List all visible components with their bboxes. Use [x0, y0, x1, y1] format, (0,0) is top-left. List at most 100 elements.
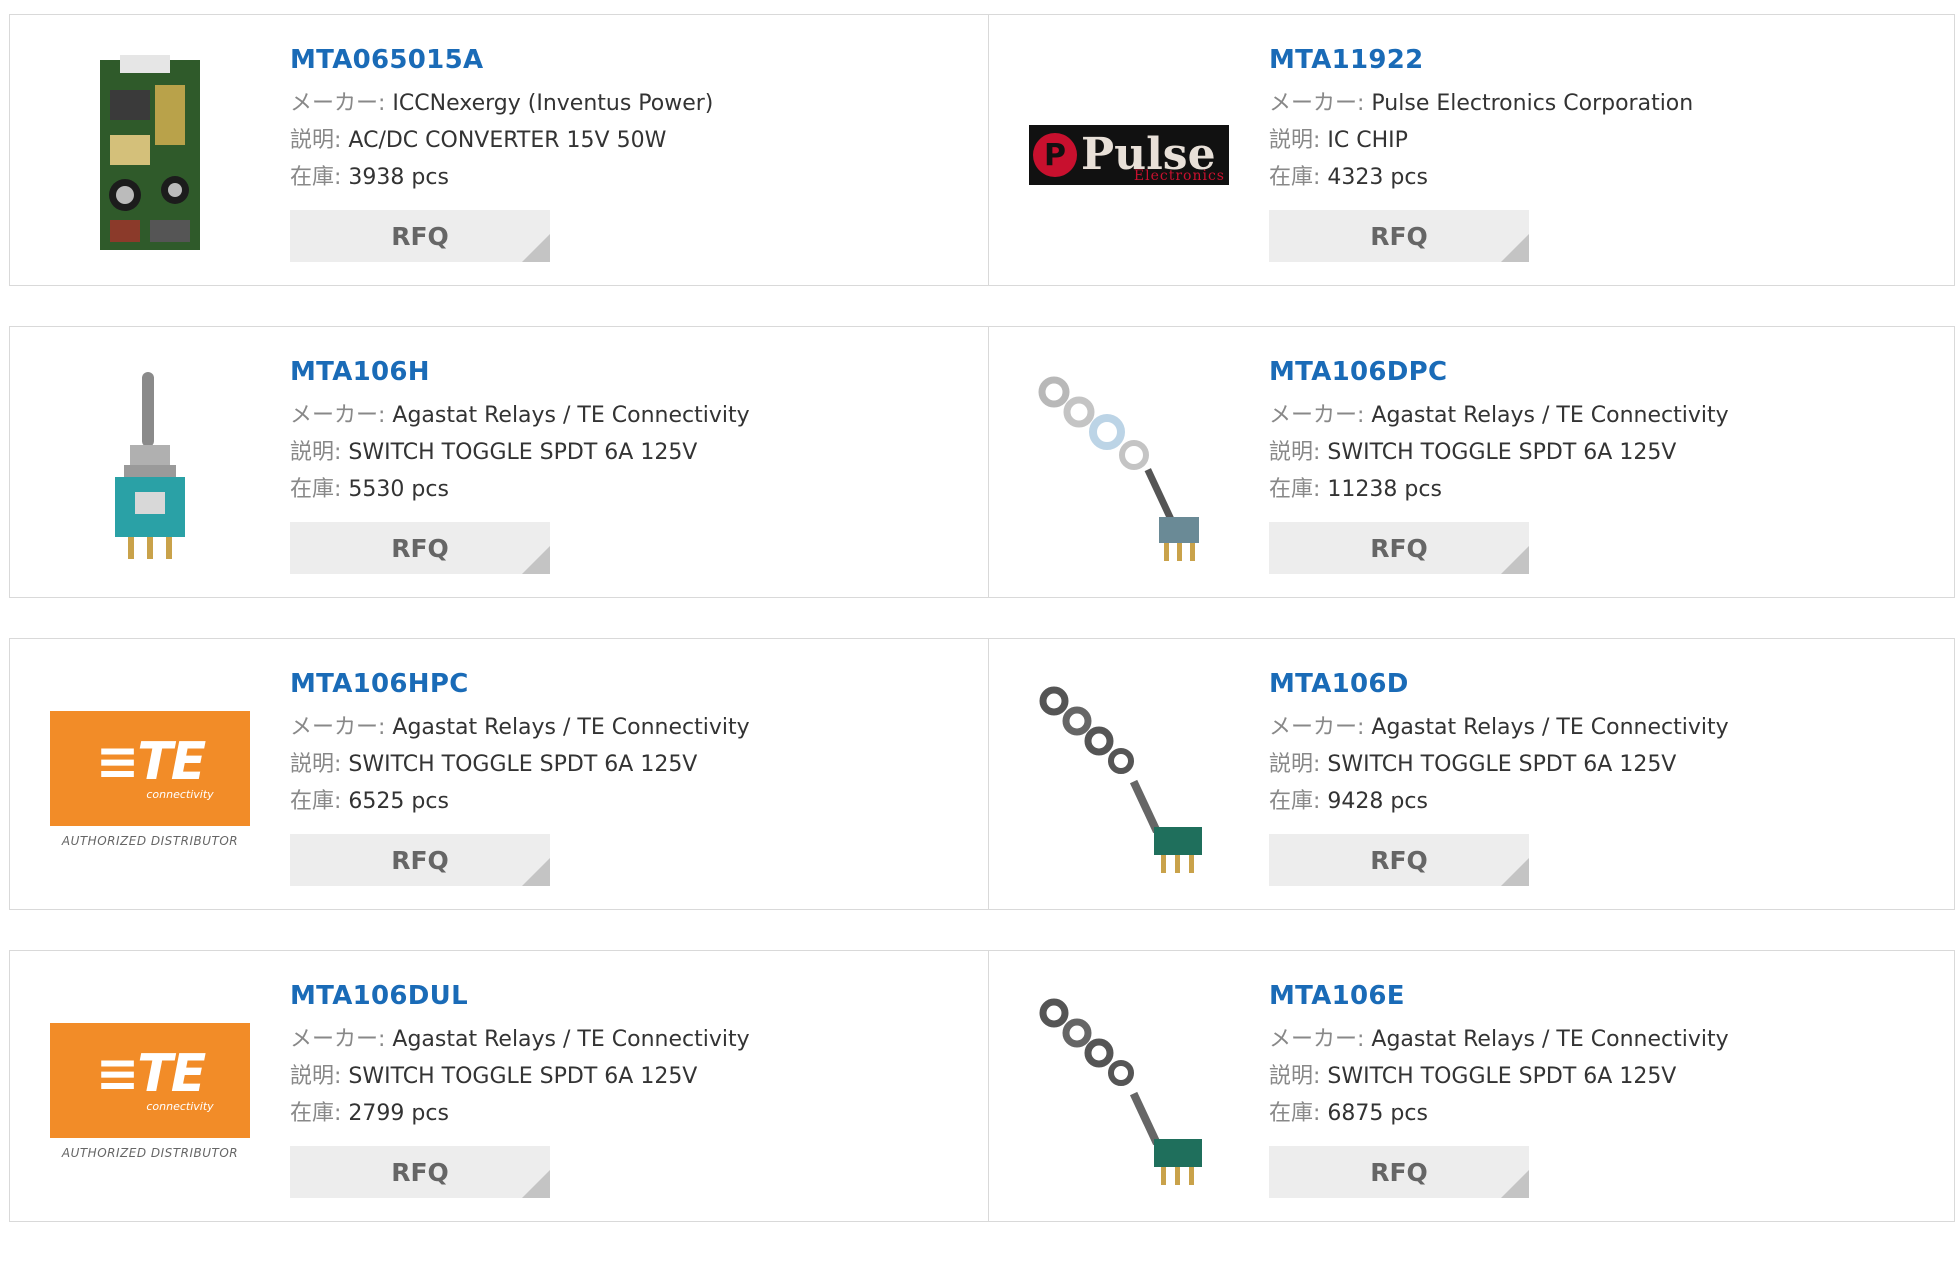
product-card: MTA106E メーカー: Agastat Relays / TE Connec… — [988, 951, 1954, 1221]
product-image-power-board[interactable] — [50, 55, 250, 255]
authorized-distributor-label: AUTHORIZED DISTRIBUTOR — [61, 833, 239, 848]
stock-value: 2799 pcs — [348, 1101, 449, 1126]
product-card: ≡TE connectivity AUTHORIZED DISTRIBUTOR … — [10, 639, 988, 909]
product-image-te-logo[interactable]: ≡TE connectivity AUTHORIZED DISTRIBUTOR — [50, 991, 250, 1191]
product-image-te-logo[interactable]: ≡TE connectivity AUTHORIZED DISTRIBUTOR — [50, 679, 250, 879]
stock-line: 在庫: 9428 pcs — [1269, 783, 1729, 820]
description-value: SWITCH TOGGLE SPDT 6A 125V — [1327, 1064, 1677, 1089]
description-value: AC/DC CONVERTER 15V 50W — [348, 128, 667, 153]
product-image-toggle-switch-kit[interactable] — [1029, 367, 1229, 567]
part-number-link[interactable]: MTA106H — [290, 357, 750, 387]
description-line: 説明: SWITCH TOGGLE SPDT 6A 125V — [1269, 434, 1729, 471]
rfq-button[interactable]: RFQ — [1269, 1146, 1529, 1198]
manufacturer-line: メーカー: Agastat Relays / TE Connectivity — [1269, 709, 1729, 746]
rfq-button[interactable]: RFQ — [1269, 210, 1529, 262]
rfq-button[interactable]: RFQ — [290, 1146, 550, 1198]
rfq-button[interactable]: RFQ — [1269, 834, 1529, 886]
corner-triangle-icon — [1501, 858, 1529, 886]
part-number-link[interactable]: MTA106HPC — [290, 669, 750, 699]
te-logo: ≡TE connectivity AUTHORIZED DISTRIBUTOR — [50, 1022, 250, 1160]
manufacturer-line: メーカー: Agastat Relays / TE Connectivity — [290, 1021, 750, 1058]
description-line: 説明: SWITCH TOGGLE SPDT 6A 125V — [290, 1058, 750, 1095]
te-logo-box: ≡TE connectivity — [50, 710, 250, 826]
rfq-button[interactable]: RFQ — [1269, 522, 1529, 574]
part-number-link[interactable]: MTA106D — [1269, 669, 1729, 699]
product-info: MTA106D メーカー: Agastat Relays / TE Connec… — [1269, 669, 1729, 886]
part-number-link[interactable]: MTA11922 — [1269, 45, 1693, 75]
stock-line: 在庫: 5530 pcs — [290, 471, 750, 508]
rfq-button[interactable]: RFQ — [290, 210, 550, 262]
te-logo-sub: connectivity — [146, 1099, 214, 1113]
stock-line: 在庫: 3938 pcs — [290, 159, 713, 196]
part-number-link[interactable]: MTA106E — [1269, 981, 1729, 1011]
stock-line: 在庫: 6525 pcs — [290, 783, 750, 820]
manufacturer-label: メーカー: — [1269, 715, 1365, 740]
stock-label: 在庫: — [290, 789, 342, 814]
manufacturer-line: メーカー: Pulse Electronics Corporation — [1269, 85, 1693, 122]
corner-triangle-icon — [522, 546, 550, 574]
stock-label: 在庫: — [290, 165, 342, 190]
manufacturer-label: メーカー: — [290, 403, 386, 428]
stock-value: 6525 pcs — [348, 789, 449, 814]
te-logo: ≡TE connectivity AUTHORIZED DISTRIBUTOR — [50, 710, 250, 848]
product-info: MTA106DPC メーカー: Agastat Relays / TE Conn… — [1269, 357, 1729, 574]
stock-label: 在庫: — [290, 1101, 342, 1126]
product-info: MTA11922 メーカー: Pulse Electronics Corpora… — [1269, 45, 1693, 262]
product-image-pulse-logo[interactable]: P Pulse Electronics — [1029, 55, 1229, 255]
te-logo-mark: ≡TE — [95, 731, 207, 792]
product-info: MTA106DUL メーカー: Agastat Relays / TE Conn… — [290, 981, 750, 1198]
product-image-toggle-switch-kit-green[interactable] — [1029, 679, 1229, 879]
corner-triangle-icon — [522, 858, 550, 886]
rfq-button[interactable]: RFQ — [290, 834, 550, 886]
stock-line: 在庫: 4323 pcs — [1269, 159, 1693, 196]
manufacturer-label: メーカー: — [1269, 91, 1365, 116]
part-number-link[interactable]: MTA065015A — [290, 45, 713, 75]
stock-label: 在庫: — [1269, 1101, 1321, 1126]
description-value: SWITCH TOGGLE SPDT 6A 125V — [348, 1064, 698, 1089]
description-line: 説明: SWITCH TOGGLE SPDT 6A 125V — [290, 746, 750, 783]
part-number-link[interactable]: MTA106DPC — [1269, 357, 1729, 387]
description-value: SWITCH TOGGLE SPDT 6A 125V — [348, 752, 698, 777]
product-row: ≡TE connectivity AUTHORIZED DISTRIBUTOR … — [9, 638, 1955, 910]
manufacturer-value: Agastat Relays / TE Connectivity — [392, 403, 750, 428]
manufacturer-line: メーカー: Agastat Relays / TE Connectivity — [1269, 1021, 1729, 1058]
stock-line: 在庫: 6875 pcs — [1269, 1095, 1729, 1132]
stock-label: 在庫: — [1269, 477, 1321, 502]
te-logo-box: ≡TE connectivity — [50, 1022, 250, 1138]
description-line: 説明: SWITCH TOGGLE SPDT 6A 125V — [1269, 1058, 1729, 1095]
manufacturer-label: メーカー: — [290, 1027, 386, 1052]
manufacturer-value: ICCNexergy (Inventus Power) — [392, 91, 714, 116]
description-label: 説明: — [1269, 1064, 1321, 1089]
part-number-link[interactable]: MTA106DUL — [290, 981, 750, 1011]
stock-value: 3938 pcs — [348, 165, 449, 190]
description-value: SWITCH TOGGLE SPDT 6A 125V — [1327, 752, 1677, 777]
product-image-toggle-switch[interactable] — [50, 367, 250, 567]
rfq-button[interactable]: RFQ — [290, 522, 550, 574]
manufacturer-value: Pulse Electronics Corporation — [1371, 91, 1694, 116]
manufacturer-label: メーカー: — [1269, 403, 1365, 428]
manufacturer-label: メーカー: — [1269, 1027, 1365, 1052]
stock-label: 在庫: — [1269, 789, 1321, 814]
description-label: 説明: — [290, 1064, 342, 1089]
description-label: 説明: — [1269, 752, 1321, 777]
description-label: 説明: — [1269, 440, 1321, 465]
corner-triangle-icon — [1501, 234, 1529, 262]
product-card: MTA065015A メーカー: ICCNexergy (Inventus Po… — [10, 15, 988, 285]
manufacturer-label: メーカー: — [290, 715, 386, 740]
stock-label: 在庫: — [1269, 165, 1321, 190]
pulse-circle-icon: P — [1033, 133, 1077, 177]
product-grid: MTA065015A メーカー: ICCNexergy (Inventus Po… — [9, 14, 1955, 1262]
description-label: 説明: — [290, 752, 342, 777]
product-card: ≡TE connectivity AUTHORIZED DISTRIBUTOR … — [10, 951, 988, 1221]
product-image-toggle-switch-kit-green[interactable] — [1029, 991, 1229, 1191]
description-value: SWITCH TOGGLE SPDT 6A 125V — [348, 440, 698, 465]
manufacturer-value: Agastat Relays / TE Connectivity — [1371, 715, 1729, 740]
product-info: MTA106HPC メーカー: Agastat Relays / TE Conn… — [290, 669, 750, 886]
rfq-label: RFQ — [391, 221, 449, 251]
manufacturer-line: メーカー: Agastat Relays / TE Connectivity — [290, 397, 750, 434]
description-label: 説明: — [1269, 128, 1321, 153]
rfq-label: RFQ — [391, 533, 449, 563]
description-line: 説明: SWITCH TOGGLE SPDT 6A 125V — [290, 434, 750, 471]
corner-triangle-icon — [522, 1170, 550, 1198]
product-card: MTA106H メーカー: Agastat Relays / TE Connec… — [10, 327, 988, 597]
